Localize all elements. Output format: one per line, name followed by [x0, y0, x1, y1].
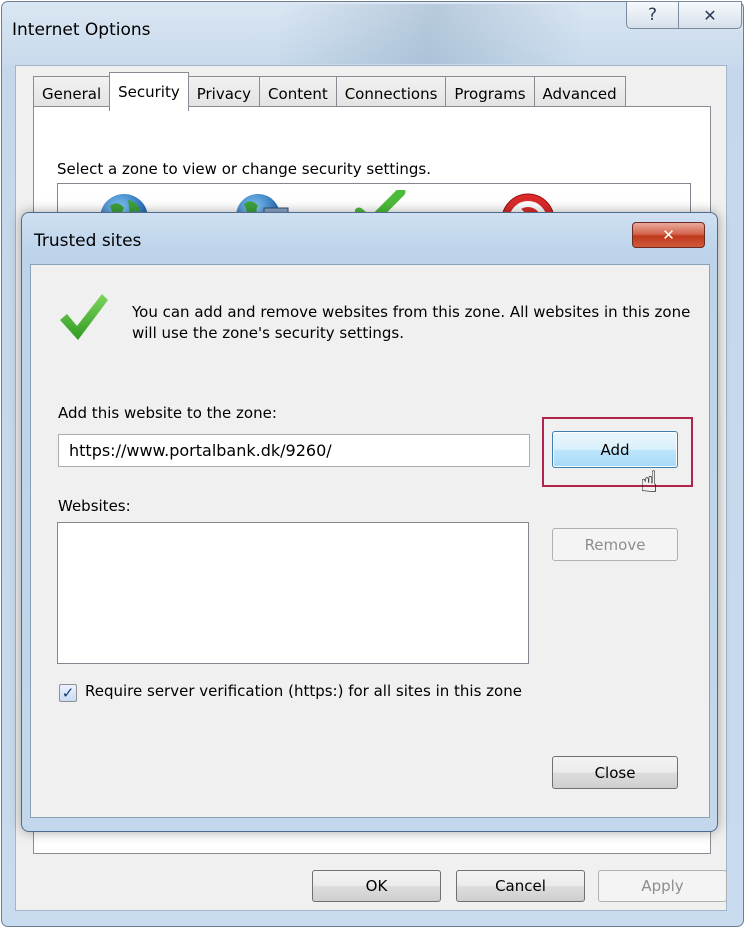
- tab-connections[interactable]: Connections: [335, 76, 447, 110]
- website-url-input[interactable]: [58, 434, 530, 467]
- dialog-close-button[interactable]: ✕: [632, 222, 705, 248]
- help-button[interactable]: ?: [626, 1, 679, 29]
- ok-button[interactable]: OK: [312, 870, 441, 902]
- zone-prompt: Select a zone to view or change security…: [57, 160, 432, 178]
- dialog-title: Trusted sites: [34, 231, 142, 251]
- tab-label: Advanced: [542, 84, 617, 103]
- close-icon: ✕: [703, 5, 717, 25]
- tab-label: Content: [268, 84, 328, 103]
- tab-label: Privacy: [196, 84, 252, 103]
- apply-button[interactable]: Apply: [598, 870, 727, 902]
- tab-privacy[interactable]: Privacy: [187, 76, 261, 110]
- close-icon: ✕: [662, 226, 675, 244]
- tab-label: Security: [118, 83, 180, 101]
- dialog-body: [30, 264, 710, 818]
- tab-programs[interactable]: Programs: [445, 76, 535, 110]
- tab-label: General: [42, 84, 102, 103]
- tab-security[interactable]: Security: [109, 72, 189, 111]
- tab-label: Programs: [454, 84, 526, 103]
- tab-advanced[interactable]: Advanced: [533, 76, 626, 110]
- title-bar-glass: [280, 4, 580, 64]
- tab-general[interactable]: General: [33, 76, 111, 110]
- tab-strip: General Security Privacy Content Connect…: [33, 72, 626, 111]
- window-close-button[interactable]: ✕: [678, 1, 742, 29]
- cancel-button[interactable]: Cancel: [456, 870, 585, 902]
- trusted-sites-dialog: Trusted sites ✕: [21, 212, 718, 832]
- tab-content[interactable]: Content: [259, 76, 337, 110]
- help-icon: ?: [647, 5, 658, 25]
- window-title: Internet Options: [12, 20, 151, 40]
- tab-label: Connections: [344, 84, 438, 103]
